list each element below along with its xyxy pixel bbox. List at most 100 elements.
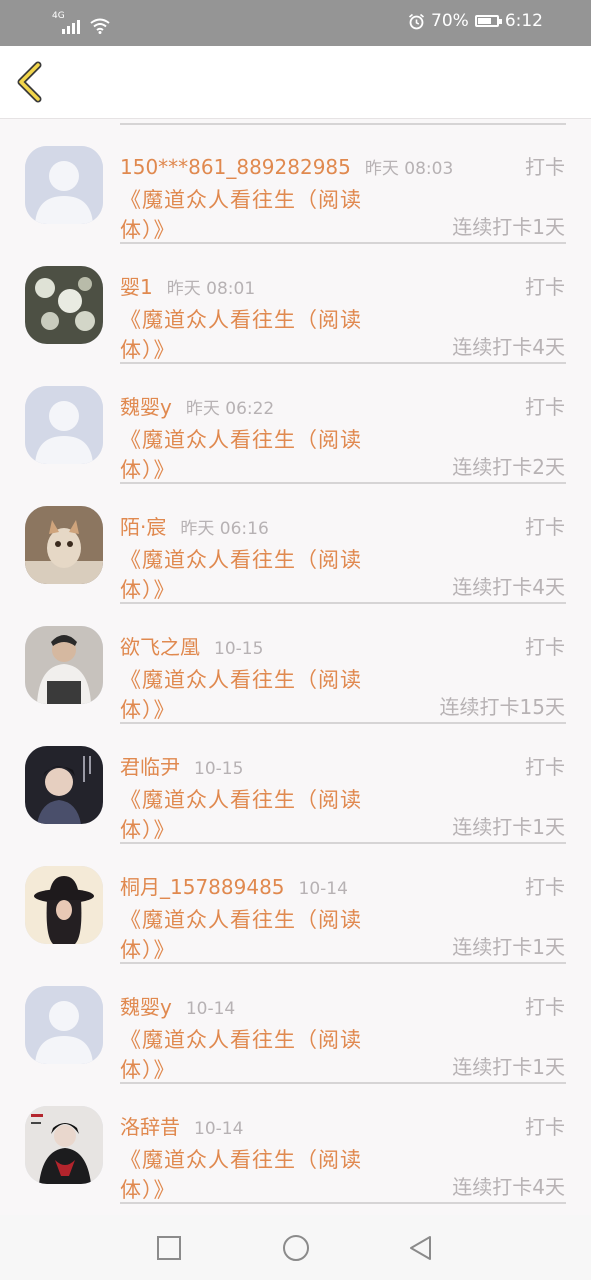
book-title-link[interactable]: 《魔道众人看往生（阅读体）》 (120, 665, 382, 725)
checkin-label: 打卡 (525, 275, 565, 299)
checkin-time: 10-15 (194, 759, 244, 779)
user-name-text: 桐月_157889485 (120, 875, 285, 899)
alarm-icon (409, 13, 425, 29)
back-nav-button[interactable] (406, 1233, 436, 1263)
checkin-time: 昨天 08:03 (364, 159, 454, 179)
avatar[interactable] (25, 386, 103, 464)
battery-percent: 70% (431, 11, 469, 31)
recent-apps-square-icon (157, 1236, 181, 1260)
hat-woman-avatar (25, 866, 103, 944)
streak-label: 连续打卡2天 (452, 455, 565, 479)
avatar[interactable] (25, 146, 103, 224)
streak-label: 连续打卡4天 (452, 335, 565, 359)
signal-group: 4G (52, 12, 110, 34)
user-name[interactable]: 150***861_889282985 昨天 08:03 (120, 155, 453, 181)
person-white-hoodie-avatar (25, 626, 103, 704)
avatar[interactable] (25, 506, 103, 584)
user-name-text: 洛辞昔 (120, 1115, 180, 1139)
home-button[interactable] (281, 1233, 311, 1263)
back-triangle-icon (410, 1236, 431, 1260)
user-name-text: 陌·宸 (120, 515, 167, 539)
user-name-text: 魏婴y (120, 995, 172, 1019)
checkin-time: 10-14 (185, 999, 236, 1019)
list-item[interactable]: 婴1 昨天 08:01 打卡《魔道众人看往生（阅读体）》连续打卡4天 (0, 244, 591, 364)
book-title-link[interactable]: 《魔道众人看往生（阅读体）》 (120, 305, 382, 365)
list-item[interactable]: 魏婴y 10-14 打卡《魔道众人看往生（阅读体）》连续打卡1天 (0, 964, 591, 1084)
streak-label: 连续打卡4天 (452, 1175, 565, 1199)
checkin-time: 10-14 (298, 879, 348, 899)
list-item[interactable]: 魏婴y 昨天 06:22 打卡《魔道众人看往生（阅读体）》连续打卡2天 (0, 364, 591, 484)
streak-label: 连续打卡1天 (452, 935, 565, 959)
user-name[interactable]: 桐月_157889485 10-14 (120, 875, 348, 901)
list-item[interactable]: 桐月_157889485 10-14 打卡《魔道众人看往生（阅读体）》连续打卡1天 (0, 844, 591, 964)
default-avatar (25, 146, 103, 224)
system-nav-bar (0, 1215, 591, 1280)
default-avatar (25, 986, 103, 1064)
wifi-icon (90, 18, 110, 34)
checkin-time: 昨天 06:22 (185, 399, 275, 419)
avatar[interactable] (25, 626, 103, 704)
user-name-text: 欲飞之凰 (120, 635, 200, 659)
default-avatar (25, 386, 103, 464)
list-item[interactable]: 欲飞之凰 10-15 打卡《魔道众人看往生（阅读体）》连续打卡15天 (0, 604, 591, 724)
battery-icon (474, 15, 502, 27)
streak-label: 连续打卡1天 (452, 1055, 565, 1079)
user-name[interactable]: 魏婴y 10-14 (120, 995, 235, 1021)
list-item[interactable]: 洛辞昔 10-14 打卡《魔道众人看往生（阅读体）》连续打卡4天 (0, 1084, 591, 1204)
avatar[interactable] (25, 986, 103, 1064)
streak-label: 连续打卡15天 (439, 695, 565, 719)
checkin-label: 打卡 (525, 635, 565, 659)
signal-icon (62, 20, 80, 34)
person-dark-avatar (25, 746, 103, 824)
checkin-label: 打卡 (525, 875, 565, 899)
checkin-time: 10-15 (214, 639, 264, 659)
user-name-text: 150***861_889282985 (120, 155, 351, 179)
list-item[interactable]: 君临尹 10-15 打卡《魔道众人看往生（阅读体）》连续打卡1天 (0, 724, 591, 844)
user-name[interactable]: 欲飞之凰 10-15 (120, 635, 263, 661)
avatar[interactable] (25, 266, 103, 344)
checkin-label: 打卡 (525, 1115, 565, 1139)
anime-character-avatar (25, 1106, 103, 1184)
book-title-link[interactable]: 《魔道众人看往生（阅读体）》 (120, 905, 382, 965)
chevron-left-icon (17, 61, 42, 103)
user-name[interactable]: 君临尹 10-15 (120, 755, 243, 781)
book-title-link[interactable]: 《魔道众人看往生（阅读体）》 (120, 1025, 382, 1085)
status-right: 70% 6:12 (408, 11, 543, 31)
book-title-link[interactable]: 《魔道众人看往生（阅读体）》 (120, 545, 382, 605)
checkin-list[interactable]: 150***861_889282985 昨天 08:03 打卡 《魔道众人看往生（阅读… (0, 118, 591, 1215)
network-type-label: 4G (52, 11, 65, 21)
user-name[interactable]: 洛辞昔 10-14 (120, 1115, 243, 1141)
app-bar (0, 46, 591, 119)
status-bar: 4G 70% 6:12 (0, 0, 591, 46)
checkin-time: 昨天 06:16 (180, 519, 269, 539)
avatar[interactable] (25, 866, 103, 944)
clock: 6:12 (504, 11, 543, 31)
user-name[interactable]: 婴1 昨天 08:01 (120, 275, 255, 301)
flowers-avatar (25, 266, 103, 344)
user-name[interactable]: 陌·宸 昨天 06:16 (120, 515, 269, 541)
checkin-label: 打卡 (525, 155, 565, 179)
streak-label: 连续打卡1天 (452, 215, 565, 239)
checkin-time: 昨天 08:01 (166, 279, 256, 299)
checkin-time: 10-14 (194, 1119, 244, 1139)
book-title-link[interactable]: 《魔道众人看往生（阅读体）》 (120, 185, 382, 245)
checkin-label: 打卡 (525, 755, 565, 779)
book-title-link[interactable]: 《魔道众人看往生（阅读体）》 (120, 425, 382, 485)
avatar[interactable] (25, 1106, 103, 1184)
checkin-label: 打卡 (525, 995, 565, 1019)
user-name-text: 魏婴y (120, 395, 172, 419)
book-title-link[interactable]: 《魔道众人看往生（阅读体）》 (120, 785, 382, 845)
avatar[interactable] (25, 746, 103, 824)
back-button[interactable] (12, 58, 52, 106)
home-circle-icon (283, 1235, 309, 1261)
recent-apps-button[interactable] (154, 1233, 184, 1263)
user-name-text: 婴1 (120, 275, 153, 299)
divider (120, 1202, 566, 1204)
book-title-link[interactable]: 《魔道众人看往生（阅读体）》 (120, 1145, 382, 1205)
list-item[interactable]: 150***861_889282985 昨天 08:03 打卡《魔道众人看往生（阅读… (0, 124, 591, 244)
checkin-label: 打卡 (525, 515, 565, 539)
list-item[interactable]: 陌·宸 昨天 06:16 打卡 《魔道众人看往生（阅读体）》 连续打卡4天 (0, 484, 591, 604)
user-name[interactable]: 魏婴y 昨天 06:22 (120, 395, 274, 421)
streak-label: 连续打卡1天 (452, 815, 565, 839)
checkin-label: 打卡 (525, 395, 565, 419)
